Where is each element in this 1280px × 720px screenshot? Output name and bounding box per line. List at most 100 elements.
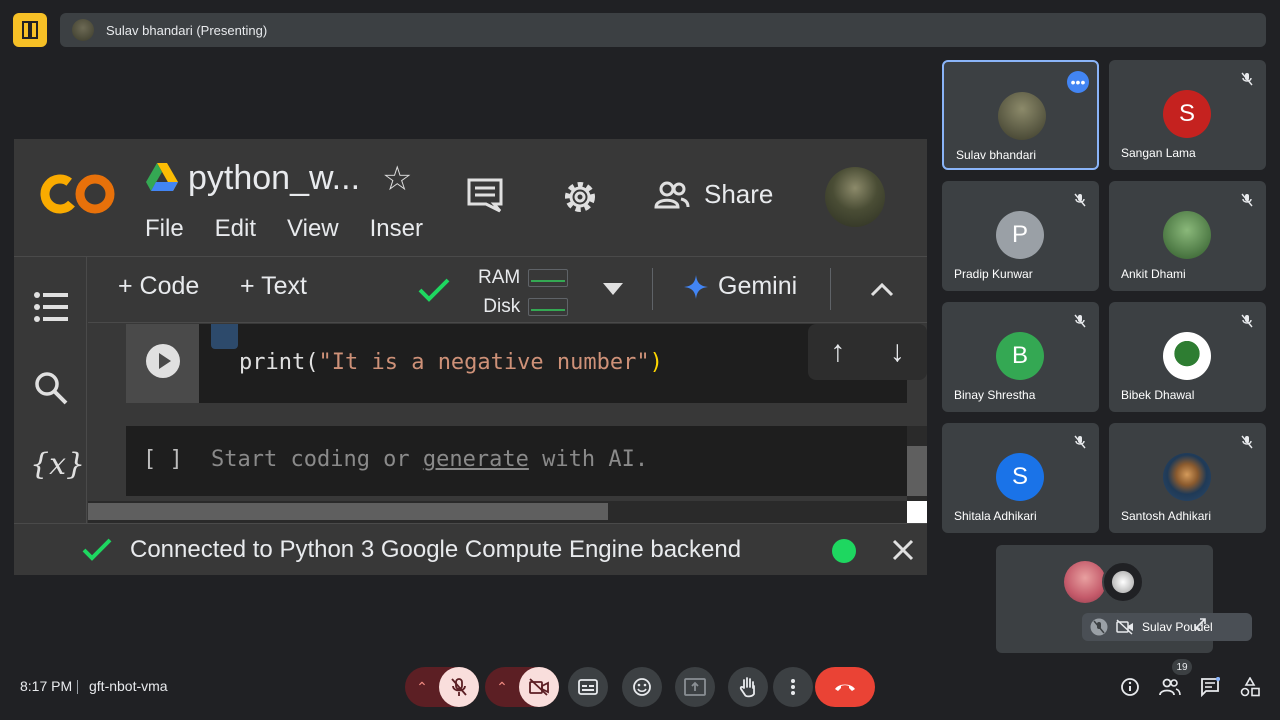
- menu-edit[interactable]: Edit: [215, 215, 256, 243]
- self-view-tile[interactable]: Sulav Poudel: [996, 545, 1252, 653]
- run-cell-button[interactable]: [146, 344, 180, 378]
- info-icon: [1121, 678, 1139, 696]
- meeting-time: 8:17 PM: [20, 678, 73, 694]
- gemini-sparkle-icon: [684, 274, 708, 299]
- participant-name: Shitala Adhikari: [954, 509, 1037, 523]
- participant-tile[interactable]: Bibek Dhawal: [1109, 302, 1266, 412]
- people-icon: [1159, 678, 1181, 696]
- self-avatar-2: [1102, 561, 1144, 603]
- account-avatar[interactable]: [825, 167, 885, 227]
- mic-toggle-button[interactable]: [439, 667, 479, 707]
- move-cell-up-icon[interactable]: ↑: [830, 335, 845, 369]
- empty-code-cell[interactable]: [ ] Start coding or generate with AI.: [126, 426, 907, 496]
- camera-toggle-button[interactable]: [519, 667, 559, 707]
- participant-avatar: P: [996, 211, 1044, 259]
- resource-monitor[interactable]: RAM Disk: [478, 263, 569, 321]
- shapes-icon: [1240, 677, 1260, 697]
- participant-tile[interactable]: S Shitala Adhikari: [942, 423, 1099, 533]
- menu-view[interactable]: View: [287, 215, 339, 243]
- participant-name: Binay Shrestha: [954, 388, 1036, 402]
- settings-gear-icon[interactable]: [561, 178, 599, 216]
- share-button[interactable]: Share: [654, 179, 773, 210]
- table-of-contents-icon[interactable]: [33, 291, 69, 323]
- scroll-corner: [907, 501, 927, 523]
- menu-file[interactable]: File: [145, 215, 184, 243]
- notebook-title[interactable]: python_w...: [188, 159, 360, 198]
- mic-off-icon[interactable]: [1090, 618, 1108, 636]
- generate-link[interactable]: generate: [423, 447, 529, 472]
- mic-muted-icon: [1241, 314, 1253, 328]
- participant-tile[interactable]: Santosh Adhikari: [1109, 423, 1266, 533]
- gemini-button[interactable]: Gemini: [684, 272, 797, 301]
- add-code-button[interactable]: + Code: [118, 272, 199, 301]
- participant-name: Pradip Kunwar: [954, 267, 1033, 281]
- expand-icon[interactable]: [1192, 616, 1208, 632]
- status-check-icon: [82, 538, 112, 561]
- horizontal-scroll-thumb[interactable]: [88, 503, 608, 520]
- more-options-button[interactable]: [773, 667, 813, 707]
- hang-up-icon: [835, 684, 855, 691]
- colab-sidebar: {x}: [14, 257, 87, 523]
- notebook-toolbar: + Code + Text RAM Disk Gemini: [88, 257, 927, 323]
- menu-bar: File Edit View Inser: [145, 215, 427, 243]
- emoji-icon: [633, 678, 651, 696]
- more-options-icon[interactable]: •••: [1067, 71, 1089, 93]
- meet-app-logo[interactable]: [13, 13, 47, 47]
- participant-name: Bibek Dhawal: [1121, 388, 1195, 402]
- colab-logo-icon[interactable]: [40, 171, 116, 217]
- close-icon[interactable]: [892, 539, 914, 561]
- gemini-label: Gemini: [718, 272, 798, 300]
- add-text-button[interactable]: + Text: [240, 272, 307, 301]
- participant-tile[interactable]: Ankit Dhami: [1109, 181, 1266, 291]
- self-avatar-1: [1064, 561, 1106, 603]
- participant-count-badge: 19: [1172, 659, 1192, 675]
- chat-button[interactable]: [1197, 674, 1223, 700]
- reactions-button[interactable]: [622, 667, 662, 707]
- participant-name: Sangan Lama: [1121, 146, 1196, 160]
- search-icon[interactable]: [34, 371, 68, 405]
- participant-name: Sulav bhandari: [956, 148, 1037, 162]
- participant-tile[interactable]: S Sangan Lama: [1109, 60, 1266, 170]
- captions-button[interactable]: [568, 667, 608, 707]
- code-cell[interactable]: print("It is a negative number"): [126, 324, 907, 403]
- mic-off-icon: [451, 678, 467, 696]
- comment-icon[interactable]: [466, 177, 504, 213]
- mic-muted-icon: [1074, 435, 1086, 449]
- runtime-dropdown-icon[interactable]: [603, 283, 623, 295]
- disk-label: Disk: [483, 296, 521, 317]
- variables-icon[interactable]: {x}: [30, 447, 85, 482]
- cell-code[interactable]: print("It is a negative number"): [239, 350, 663, 375]
- chat-icon: [1201, 677, 1220, 697]
- notebook-cells: print("It is a negative number") ↑ ↓ [ ]…: [88, 324, 927, 523]
- time-separator: [77, 680, 78, 694]
- status-bar: Connected to Python 3 Google Compute Eng…: [14, 523, 927, 575]
- camera-options-chevron-icon[interactable]: ⌃: [485, 679, 519, 696]
- people-button[interactable]: [1157, 674, 1183, 700]
- horizontal-scrollbar[interactable]: [88, 501, 909, 523]
- vertical-scroll-thumb[interactable]: [907, 446, 927, 496]
- presenter-avatar: [72, 19, 94, 41]
- participant-tile[interactable]: P Pradip Kunwar: [942, 181, 1099, 291]
- more-vert-icon: [791, 679, 795, 695]
- vertical-scrollbar[interactable]: [907, 426, 927, 501]
- present-screen-button[interactable]: [675, 667, 715, 707]
- meeting-info-button[interactable]: [1117, 674, 1143, 700]
- mic-options-chevron-icon[interactable]: ⌃: [405, 679, 439, 696]
- participant-tile[interactable]: ••• Sulav bhandari: [942, 60, 1099, 170]
- participant-avatar: B: [996, 332, 1044, 380]
- raise-hand-button[interactable]: [728, 667, 768, 707]
- participant-tile[interactable]: B Binay Shrestha: [942, 302, 1099, 412]
- chevron-up-icon[interactable]: [870, 281, 894, 297]
- participant-name: Santosh Adhikari: [1121, 509, 1212, 523]
- menu-insert[interactable]: Inser: [370, 215, 423, 243]
- star-icon[interactable]: ☆: [382, 159, 412, 199]
- hand-icon: [739, 677, 755, 698]
- leave-call-button[interactable]: [815, 667, 875, 707]
- participant-name: Ankit Dhami: [1121, 267, 1186, 281]
- camera-off-icon[interactable]: [1116, 619, 1134, 635]
- activities-button[interactable]: [1237, 674, 1263, 700]
- connection-status-dot: [832, 539, 856, 563]
- camera-off-icon: [529, 678, 549, 696]
- mic-muted-icon: [1074, 314, 1086, 328]
- move-cell-down-icon[interactable]: ↓: [890, 335, 905, 369]
